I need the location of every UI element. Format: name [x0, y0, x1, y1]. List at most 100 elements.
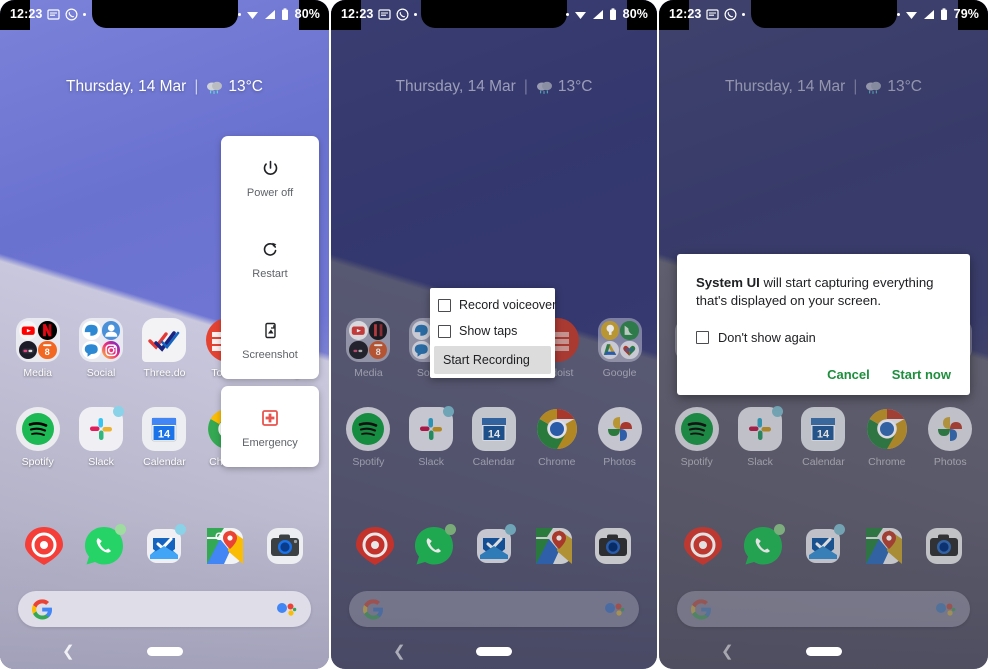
slack-icon [409, 406, 455, 451]
google-maps-icon[interactable]: G [204, 525, 246, 567]
google-assistant-icon[interactable] [275, 601, 297, 617]
threedo-icon [142, 318, 187, 362]
home-pill-icon[interactable] [805, 646, 842, 656]
start-now-button[interactable]: Start now [892, 367, 951, 382]
status-time: 12:23 [10, 7, 43, 21]
power-menu-card: Power off Restart Screenshot [221, 136, 319, 379]
dont-show-again-row[interactable]: Don't show again [696, 330, 951, 345]
start-recording-button[interactable]: Start Recording [434, 346, 551, 374]
battery-percent: 80% [294, 7, 320, 21]
inbox-icon[interactable] [143, 524, 187, 567]
whatsapp-icon[interactable] [83, 524, 127, 567]
app-calendar[interactable]: 14 Calendar [136, 407, 192, 468]
inbox-icon[interactable] [802, 524, 846, 567]
app-media[interactable]: 8 Media [340, 318, 396, 379]
whatsapp-icon[interactable] [413, 524, 457, 567]
app-spotify[interactable]: Spotify [10, 407, 66, 468]
dot-icon [565, 12, 569, 16]
show-taps-checkbox[interactable] [438, 324, 451, 338]
dot-icon [414, 12, 418, 16]
back-chevron-icon[interactable]: ❮ [62, 642, 75, 660]
date-weather-widget[interactable]: Thursday, 14 Mar | 13°C [659, 78, 988, 96]
app-label: Social [86, 367, 116, 379]
dialog-actions: Cancel Start now [696, 367, 951, 382]
app-chrome[interactable]: Chrome [859, 407, 915, 468]
app-spotify[interactable]: Spotify [669, 407, 725, 468]
emergency-card: Emergency [221, 386, 319, 467]
app-slack[interactable]: Slack [732, 406, 788, 468]
inbox-icon[interactable] [473, 524, 516, 567]
camera-icon[interactable] [592, 525, 634, 567]
temperature-text: 13°C [887, 78, 922, 95]
show-taps-row[interactable]: Show taps [430, 318, 555, 344]
system-ui-capture-dialog: System UI will start capturing everythin… [677, 254, 970, 395]
whatsapp-icon [396, 7, 409, 21]
emergency-button[interactable]: Emergency [221, 386, 319, 467]
app-chrome[interactable]: Chrome [529, 407, 585, 468]
whatsapp-icon [65, 7, 78, 21]
google-assistant-icon[interactable] [603, 601, 625, 617]
app-social[interactable]: Social [73, 318, 129, 379]
dont-show-again-checkbox[interactable] [696, 330, 709, 344]
rain-cloud-icon [536, 81, 552, 94]
google-maps-icon[interactable] [863, 525, 905, 567]
app-label: Spotify [680, 456, 713, 468]
app-label: Media [354, 367, 383, 379]
home-pill-icon[interactable] [146, 646, 183, 656]
pocket-casts-icon[interactable] [354, 525, 396, 567]
app-google-folder[interactable]: Google [592, 318, 648, 379]
screen-record-menu: Record voiceover Show taps Start Recordi… [430, 288, 556, 378]
screenshot-button[interactable]: Screenshot [221, 298, 319, 379]
app-spotify[interactable]: Spotify [340, 407, 396, 468]
signal-icon [264, 9, 276, 20]
app-slack[interactable]: Slack [403, 406, 459, 468]
pocket-casts-icon[interactable] [23, 525, 65, 567]
app-threedo[interactable]: Three.do [136, 318, 192, 379]
calendar-icon: 14 [801, 407, 846, 451]
google-assistant-icon[interactable] [934, 601, 956, 617]
slack-icon [79, 406, 125, 451]
app-photos[interactable]: Photos [592, 407, 648, 468]
media-folder-icon: 8 [15, 318, 60, 362]
app-label: Spotify [21, 456, 54, 468]
google-g-icon [32, 598, 52, 619]
svg-text:8: 8 [45, 346, 50, 356]
google-maps-icon[interactable] [533, 525, 575, 567]
home-pill-icon[interactable] [476, 646, 512, 656]
wifi-icon [246, 9, 259, 20]
temperature-text: 13°C [228, 78, 263, 95]
cancel-button[interactable]: Cancel [827, 367, 870, 382]
date-weather-widget[interactable]: Thursday, 14 Mar | 13°C [0, 78, 329, 96]
camera-icon[interactable] [923, 525, 965, 567]
restart-icon [260, 239, 280, 259]
restart-button[interactable]: Restart [221, 217, 319, 298]
signal-icon [923, 9, 935, 20]
whatsapp-icon[interactable] [742, 524, 786, 567]
camera-icon[interactable] [264, 525, 306, 567]
app-calendar[interactable]: 14 Calendar [466, 407, 522, 468]
app-media[interactable]: 8 Media [10, 318, 66, 379]
google-search-bar[interactable] [349, 591, 639, 627]
spotify-icon [674, 407, 719, 451]
google-search-bar[interactable] [18, 591, 311, 627]
app-label: Photos [603, 456, 636, 468]
battery-icon [281, 7, 289, 21]
app-slack[interactable]: Slack [73, 406, 129, 468]
pocket-casts-icon[interactable] [682, 525, 724, 567]
app-photos[interactable]: Photos [922, 407, 978, 468]
message-icon [47, 8, 61, 21]
back-chevron-icon[interactable]: ❮ [721, 642, 734, 660]
record-voiceover-row[interactable]: Record voiceover [430, 292, 556, 318]
calendar-day: 14 [488, 429, 501, 441]
google-photos-icon [928, 407, 973, 451]
google-search-bar[interactable] [677, 591, 970, 627]
rain-cloud-icon [866, 81, 882, 94]
app-calendar[interactable]: 14 Calendar [795, 407, 851, 468]
message-icon [706, 8, 720, 21]
date-weather-widget[interactable]: Thursday, 14 Mar | 13°C [331, 78, 657, 96]
record-voiceover-checkbox[interactable] [438, 298, 451, 312]
navigation-bar: ❮ [0, 633, 329, 669]
date-text: Thursday, 14 Mar [66, 78, 187, 95]
back-chevron-icon[interactable]: ❮ [393, 642, 406, 660]
power-off-button[interactable]: Power off [221, 136, 319, 217]
